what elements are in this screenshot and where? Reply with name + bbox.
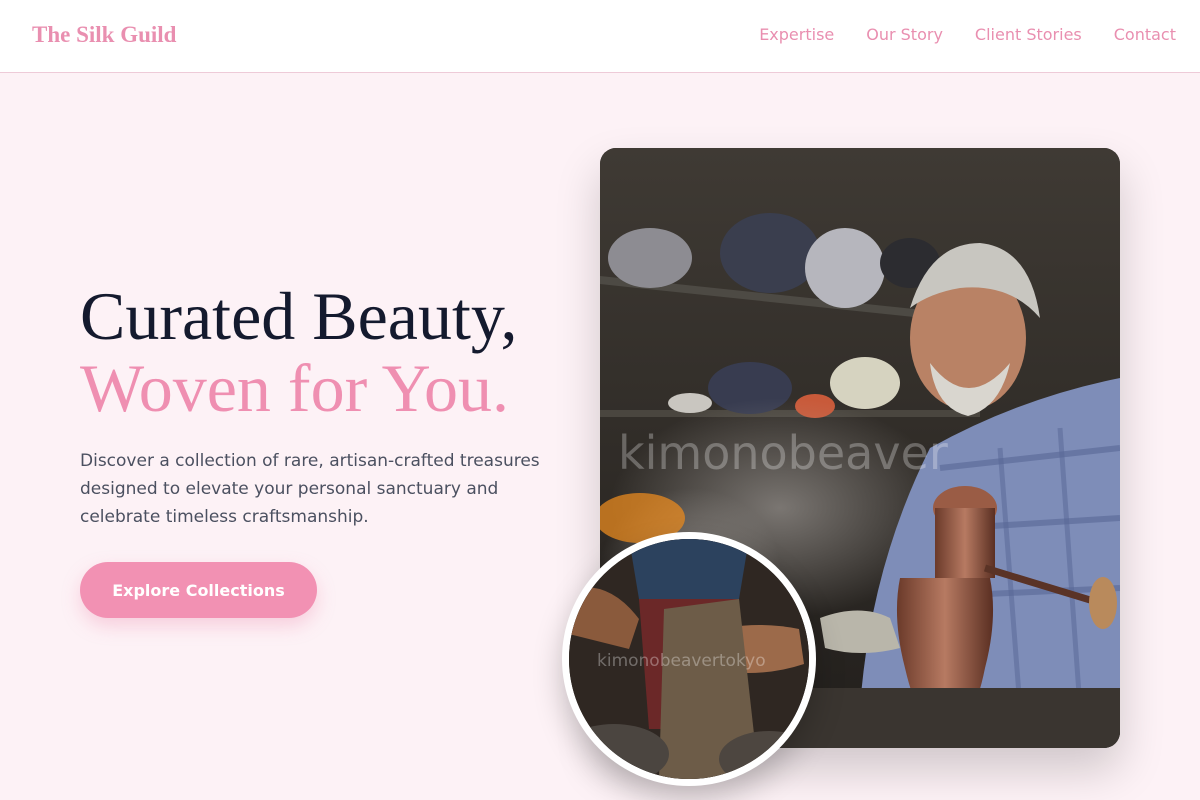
inset-photo-watermark: kimonobeavertokyo	[597, 651, 766, 671]
brand-logo-link[interactable]: The Silk Guild	[32, 22, 176, 48]
hero-title-line1: Curated Beauty,	[80, 278, 518, 354]
nav-link-contact[interactable]: Contact	[1114, 25, 1176, 44]
site-header: The Silk Guild Expertise Our Story Clien…	[0, 0, 1200, 73]
main-nav: Expertise Our Story Client Stories Conta…	[759, 25, 1176, 44]
artisan-hands-photo: kimonobeavertokyo	[562, 532, 816, 786]
explore-collections-button[interactable]: Explore Collections	[80, 562, 317, 618]
nav-link-expertise[interactable]: Expertise	[759, 25, 834, 44]
nav-link-client-stories[interactable]: Client Stories	[975, 25, 1082, 44]
hero-title: Curated Beauty, Woven for You.	[80, 280, 517, 424]
hero-description: Discover a collection of rare, artisan-c…	[80, 451, 540, 527]
nav-link-our-story[interactable]: Our Story	[866, 25, 943, 44]
hero-title-line2: Woven for You.	[80, 350, 509, 426]
main-photo-watermark: kimonobeaver	[618, 426, 948, 480]
